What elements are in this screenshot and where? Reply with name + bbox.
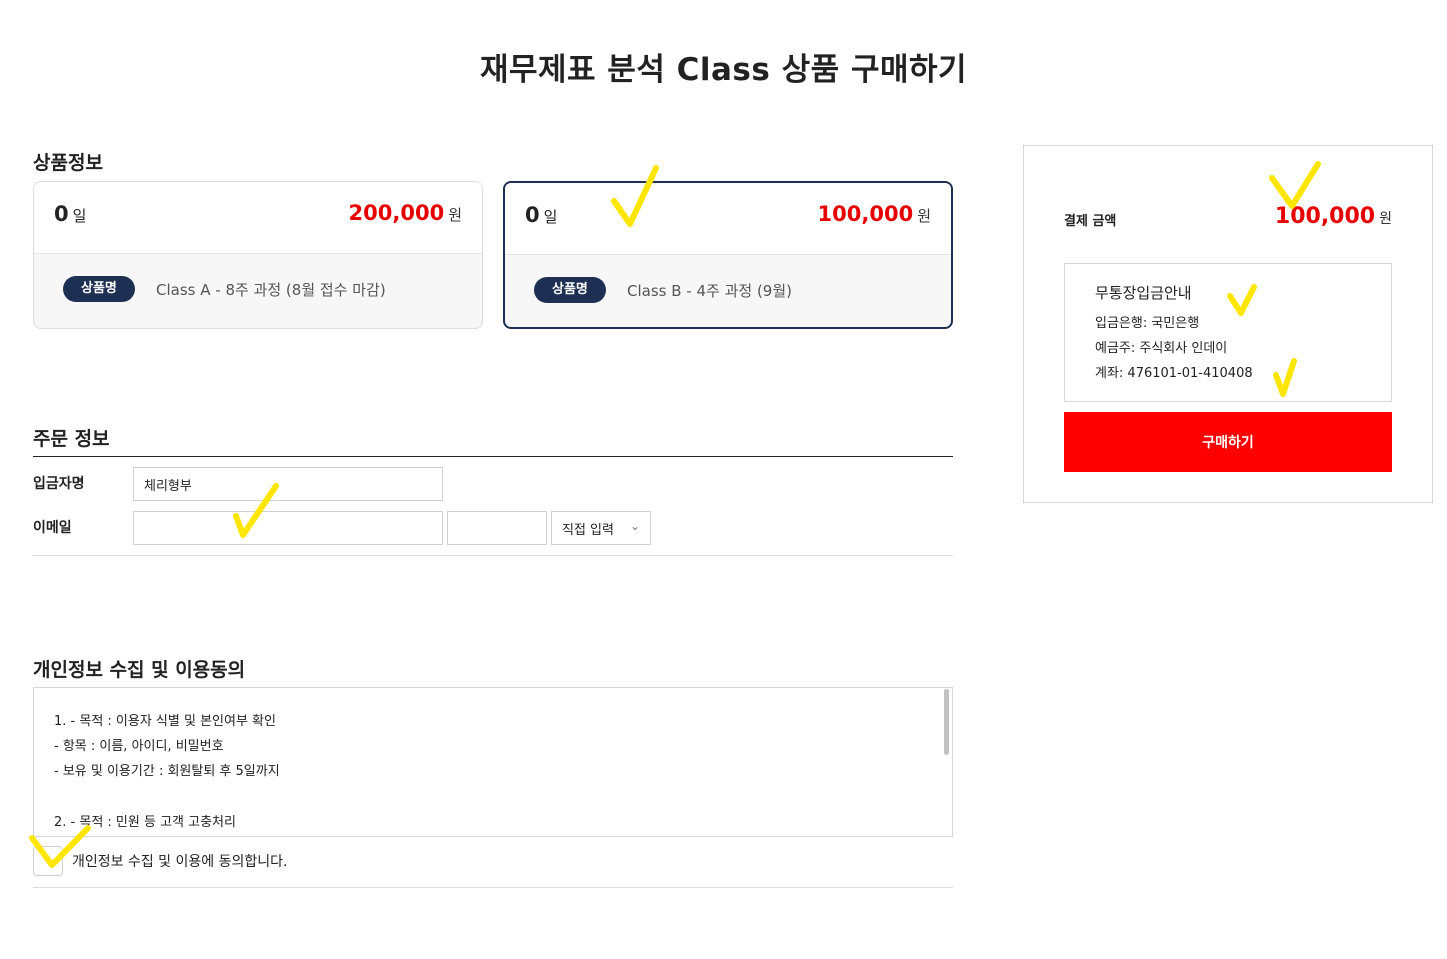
product-days-unit: 일 xyxy=(72,207,87,225)
order-section-title: 주문 정보 xyxy=(33,428,110,450)
product-card-body: 상품명 Class A - 8주 과정 (8월 접수 마감) xyxy=(34,254,482,328)
product-section-title: 상품정보 xyxy=(33,152,103,174)
product-price: 100,000 원 xyxy=(818,202,931,226)
product-days-unit: 일 xyxy=(543,208,558,226)
product-price-unit: 원 xyxy=(448,206,462,224)
email-label: 이메일 xyxy=(33,520,72,536)
product-name: Class A - 8주 과정 (8월 접수 마감) xyxy=(156,281,386,299)
terms-line: - 보유 및 이용기간 : 회원탈퇴 후 5일까지 xyxy=(54,764,280,779)
email-domain-select-value: 직접 입력 xyxy=(562,523,614,538)
product-name: Class B - 4주 과정 (9월) xyxy=(627,282,792,300)
bank-name: 입금은행: 국민은행 xyxy=(1095,316,1200,331)
agree-checkbox[interactable] xyxy=(33,846,63,876)
product-days: 0일 xyxy=(525,203,557,227)
buy-button[interactable]: 구매하기 xyxy=(1064,412,1392,472)
payment-panel: 결제 금액 100,000 원 무통장입금안내 입금은행: 국민은행 예금주: 주… xyxy=(1023,145,1433,503)
bank-transfer-info: 무통장입금안내 입금은행: 국민은행 예금주: 주식회사 인데이 계좌: 476… xyxy=(1064,263,1392,402)
terms-line: 2. - 목적 : 민원 등 고객 고충처리 xyxy=(54,815,236,830)
product-price-value: 100,000 xyxy=(817,202,914,226)
product-card-header: 0일 200,000 원 xyxy=(34,182,482,254)
order-section-bottom-divider xyxy=(33,555,953,556)
product-days: 0일 xyxy=(54,202,86,226)
email-domain-select[interactable]: 직접 입력 ⌄ xyxy=(551,511,651,545)
product-days-value: 0 xyxy=(54,202,69,226)
product-price-value: 200,000 xyxy=(348,201,445,225)
email-domain-input[interactable] xyxy=(447,511,547,545)
privacy-section-divider xyxy=(33,887,953,888)
product-price: 200,000 원 xyxy=(349,201,462,225)
product-card-class-a[interactable]: 0일 200,000 원 상품명 Class A - 8주 과정 (8월 접수 마… xyxy=(33,181,483,329)
depositor-input[interactable] xyxy=(133,467,443,501)
product-price-unit: 원 xyxy=(917,207,931,225)
product-card-body: 상품명 Class B - 4주 과정 (9월) xyxy=(505,255,951,327)
page-title: 재무제표 분석 Class 상품 구매하기 xyxy=(479,52,968,88)
order-section-divider xyxy=(33,456,953,457)
email-id-input[interactable] xyxy=(133,511,443,545)
agree-label: 개인정보 수집 및 이용에 동의합니다. xyxy=(72,854,288,870)
terms-line: - 항목 : 이름, 아이디, 비밀번호 xyxy=(54,739,224,754)
payment-amount: 100,000 원 xyxy=(1275,204,1392,229)
product-card-class-b[interactable]: 0일 100,000 원 상품명 Class B - 4주 과정 (9월) xyxy=(503,181,953,329)
chevron-down-icon: ⌄ xyxy=(629,519,640,533)
product-card-header: 0일 100,000 원 xyxy=(505,183,951,255)
payment-amount-unit: 원 xyxy=(1379,211,1392,227)
product-name-tag: 상품명 xyxy=(534,277,606,303)
bank-transfer-title: 무통장입금안내 xyxy=(1095,284,1192,302)
payment-amount-value: 100,000 xyxy=(1274,204,1376,229)
terms-line: 1. - 목적 : 이용자 식별 및 본인여부 확인 xyxy=(54,714,276,729)
product-days-value: 0 xyxy=(525,203,540,227)
account-holder: 예금주: 주식회사 인데이 xyxy=(1095,341,1228,356)
account-number: 계좌: 476101-01-410408 xyxy=(1095,366,1253,381)
privacy-section-title: 개인정보 수집 및 이용동의 xyxy=(33,659,246,681)
privacy-terms-box[interactable]: 1. - 목적 : 이용자 식별 및 본인여부 확인 - 항목 : 이름, 아이… xyxy=(33,687,953,837)
terms-scrollbar[interactable] xyxy=(944,689,949,755)
payment-amount-label: 결제 금액 xyxy=(1064,214,1117,229)
product-name-tag: 상품명 xyxy=(63,276,135,302)
depositor-label: 입금자명 xyxy=(33,476,85,492)
